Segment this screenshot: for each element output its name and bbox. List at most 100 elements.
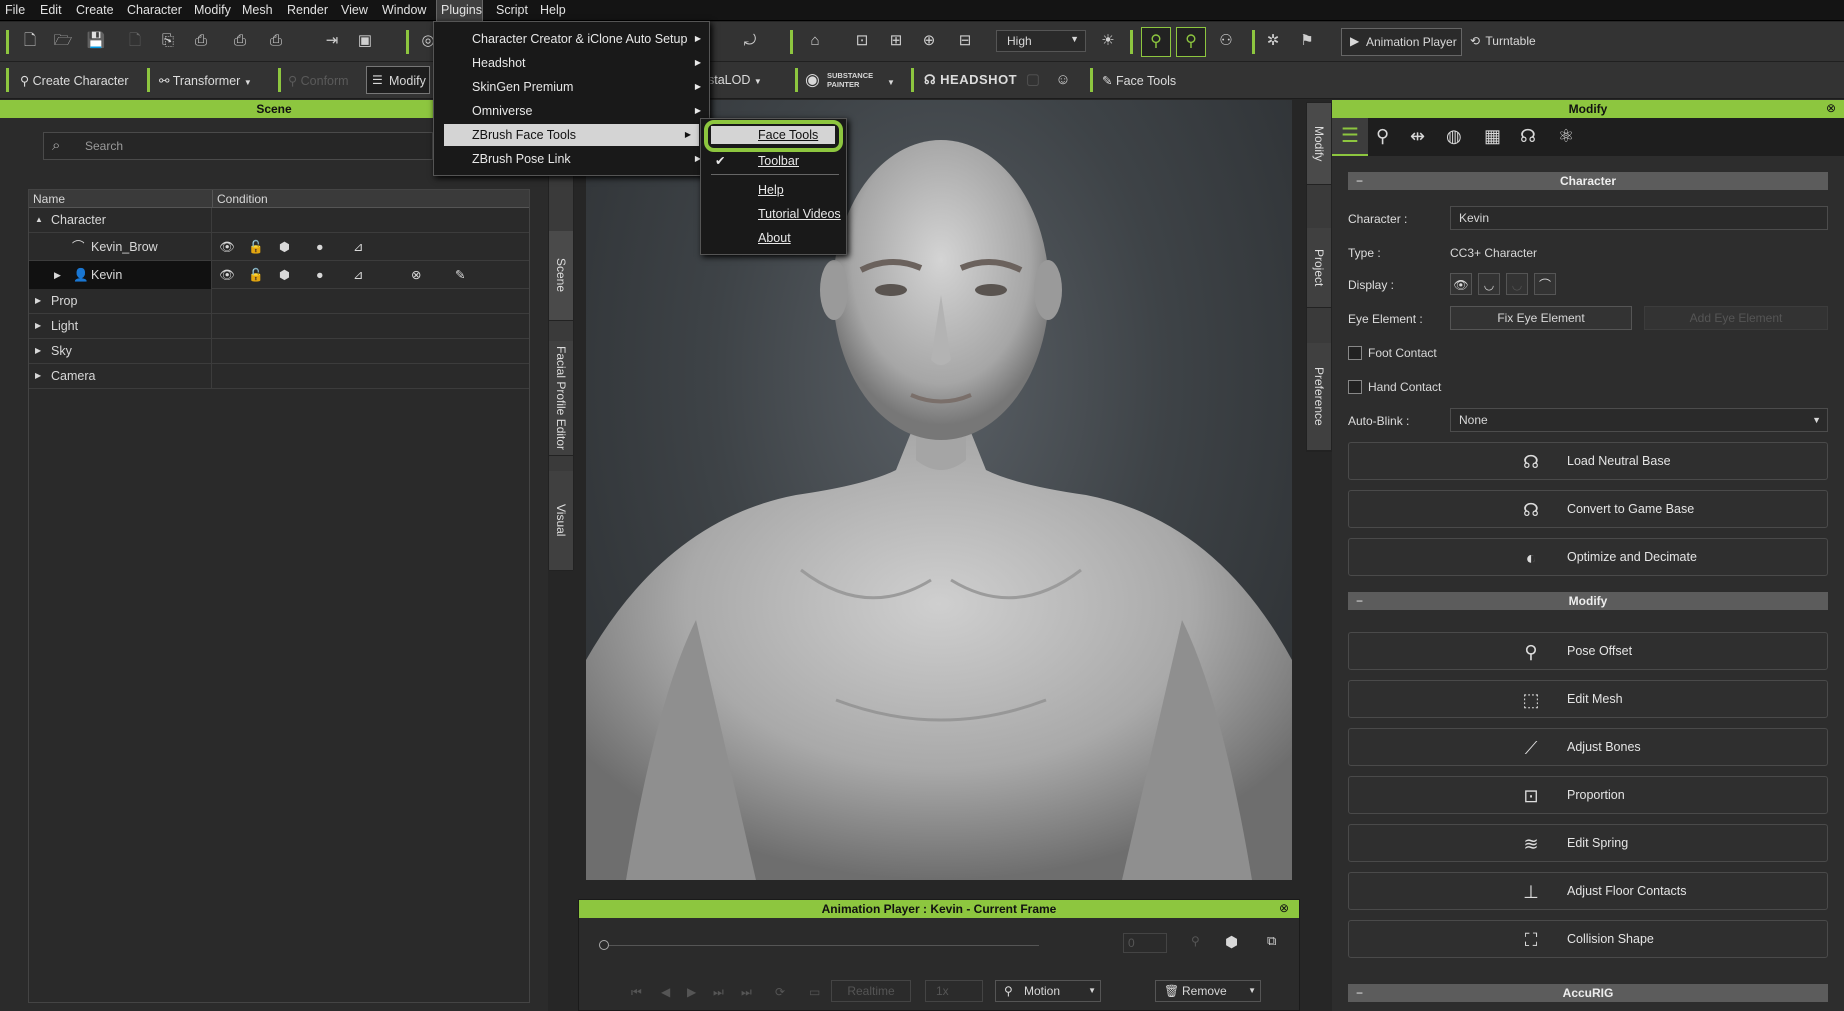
export-arrow-icon[interactable]: ⇥ [322,31,342,51]
display-brow-icon[interactable]: ⌒ [1534,273,1556,295]
menu-item-cc-iclone-auto-setup[interactable]: Character Creator & iClone Auto Setup ▶ [434,28,709,50]
remove-button[interactable]: 🗑 Remove ▼ [1155,980,1261,1002]
screen-icon[interactable]: ▣ [355,31,375,51]
tab-modify[interactable]: Modify [1307,103,1331,185]
headshot-button[interactable]: ☊ HEADSHOT [924,72,1017,88]
atom-icon[interactable]: ⚛ [1558,126,1574,147]
substance-painter-button[interactable]: ◉ SUBSTANCE PAINTER ▼ [805,68,895,92]
menu-help[interactable]: Help [540,3,566,17]
save-icon[interactable]: 💾 [86,31,106,51]
turntable-button[interactable]: ⟲ Turntable [1470,34,1536,48]
menu-item-toolbar[interactable]: ✔ Toolbar [701,150,846,172]
target-icon[interactable]: ⊗ [411,263,421,287]
tree-row-kevin-brow[interactable]: ⌒ Kevin_Brow 👁 🔓 ⬢ ● ⊿ [29,233,529,261]
create-character-button[interactable]: ⚲ Create Character [20,73,129,88]
ik-pin-all-icon[interactable]: ⚲ [1176,27,1206,57]
optimize-and-decimate-button[interactable]: ◐ Optimize and Decimate [1348,538,1828,576]
quality-select[interactable]: High ▼ [996,30,1086,52]
menu-create[interactable]: Create [76,3,114,17]
foot-contact-checkbox[interactable] [1348,346,1362,360]
expand-icon[interactable]: ▶ [35,314,41,338]
edit-mesh-button[interactable]: ⬚ Edit Mesh [1348,680,1828,718]
play-icon[interactable]: ▶ [687,985,696,999]
render-icon[interactable]: ⬢ [1225,933,1238,951]
loop-icon[interactable]: ⟳ [775,985,785,999]
close-icon[interactable]: ⊗ [1826,101,1836,115]
modify-section-header[interactable]: − Modify [1348,592,1828,610]
menu-item-tutorial-videos[interactable]: Tutorial Videos [701,203,846,225]
ik-pin-icon[interactable]: ⚲ [1141,27,1171,57]
transformer-button[interactable]: ⚯ Transformer ▼ [159,73,252,88]
convert-to-game-base-button[interactable]: ☊ Convert to Game Base [1348,490,1828,528]
next-frame-icon[interactable]: ⏭ [713,985,724,1000]
save-as-icon[interactable]: 🗋 [125,31,145,51]
key-icon[interactable]: ⚲ [1191,934,1200,948]
light-icon[interactable]: ☀ [1098,31,1118,51]
tree-row-prop[interactable]: ▶ Prop [29,289,529,314]
menu-plugins[interactable]: Plugins [436,0,483,21]
tab-scene[interactable]: Scene [549,231,573,321]
menu-edit[interactable]: Edit [40,3,62,17]
tab-preference[interactable]: Preference [1307,343,1331,451]
lock-icon[interactable]: 🔓 [248,263,264,287]
rotate-view-icon[interactable]: ⤾ [740,31,760,51]
cube-icon[interactable]: ⬢ [279,263,290,287]
proportion-button[interactable]: ⊡ Proportion [1348,776,1828,814]
timeline-handle[interactable] [599,940,609,950]
skip-end-icon[interactable]: ⏭ [741,985,752,1000]
edit-spring-button[interactable]: ≋ Edit Spring [1348,824,1828,862]
realtime-button[interactable]: Realtime [831,980,911,1002]
display-eye-icon[interactable]: 👁 [1450,273,1472,295]
hand-contact-checkbox[interactable] [1348,380,1362,394]
new-file-icon[interactable]: 🗋 [20,31,40,51]
menu-item-about[interactable]: About [701,227,846,249]
motion-button[interactable]: ⚲ Motion ▼ [995,980,1101,1002]
pose-icon[interactable]: ⚲ [1376,126,1389,147]
fix-eye-element-button[interactable]: Fix Eye Element [1450,306,1632,330]
tree-row-light[interactable]: ▶ Light [29,314,529,339]
conform-button[interactable]: ⚲ Conform [288,73,349,88]
menu-character[interactable]: Character [127,3,182,17]
menu-file[interactable]: File [5,3,25,17]
tree-row-character[interactable]: ▲ Character [29,208,529,233]
tab-facial-profile-editor[interactable]: Facial Profile Editor [549,341,573,456]
character-section-header[interactable]: − Character [1348,172,1828,190]
expand-icon[interactable]: ▶ [35,364,41,388]
modify-toolbar-button[interactable]: ☰ Modify [366,66,430,94]
cube-icon[interactable]: ⬢ [279,235,290,259]
angle-icon[interactable]: ⊿ [353,263,363,287]
caption-icon[interactable]: ▭ [809,985,820,999]
speed-select[interactable]: 1x [925,980,983,1002]
export-usd-icon[interactable]: ⎙ [266,31,286,51]
face-tools-toolbar-button[interactable]: ✎ Face Tools [1102,73,1176,88]
character-name-field[interactable]: Kevin [1450,206,1828,230]
expand-icon[interactable]: ▶ [35,289,41,313]
fit-icon[interactable]: ⊞ [886,31,906,51]
menu-script[interactable]: Script [496,3,528,17]
lock-icon[interactable]: 🔓 [248,235,264,259]
checker-icon[interactable]: ▦ [1484,126,1501,147]
instalod-button[interactable]: staLOD ▼ [708,73,762,87]
window-icon[interactable]: ⧉ [1267,933,1276,949]
skeleton-icon[interactable]: ⚇ [1216,31,1236,51]
display-eyelash-icon[interactable]: ◡ [1478,273,1500,295]
menu-item-help[interactable]: Help [701,179,846,201]
menu-item-omniverse[interactable]: Omniverse ▶ [434,100,709,122]
palette-icon[interactable]: ◍ [1446,126,1462,147]
prev-frame-icon[interactable]: ◀ [661,985,670,999]
3d-viewport[interactable] [586,100,1292,880]
accurig-section-header[interactable]: − AccuRIG [1348,984,1828,1002]
timeline-track[interactable] [609,945,1039,946]
tab-project[interactable]: Project [1307,228,1331,308]
menu-render[interactable]: Render [287,3,328,17]
shadow-icon[interactable]: ● [316,263,324,287]
align-icon[interactable]: ⇹ [1410,126,1425,147]
close-icon[interactable]: ⊗ [1279,901,1289,915]
add-eye-element-button[interactable]: Add Eye Element [1644,306,1828,330]
import-icon[interactable]: ⎘ [158,31,178,51]
camera-frame-icon[interactable]: ⊟ [955,31,975,51]
pencil-icon[interactable]: ✎ [455,263,465,287]
face-scan-icon[interactable]: ☺ [1053,70,1073,90]
menu-item-headshot[interactable]: Headshot ▶ [434,52,709,74]
menu-modify[interactable]: Modify [194,3,231,17]
